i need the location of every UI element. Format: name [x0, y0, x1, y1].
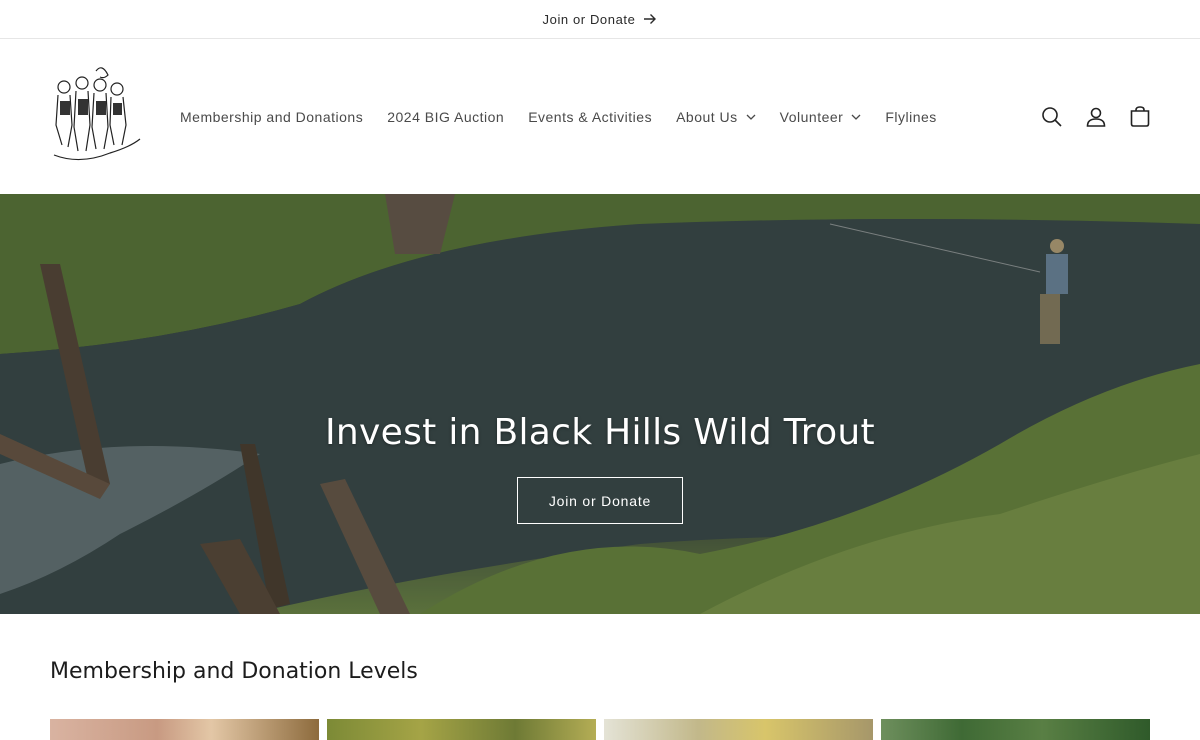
arrow-right-icon [643, 13, 657, 25]
membership-cards [50, 719, 1150, 740]
site-logo[interactable] [50, 65, 142, 167]
announcement-text: Join or Donate [542, 11, 636, 27]
membership-card-image[interactable] [604, 719, 873, 740]
nav-item-label: Flylines [885, 108, 937, 125]
membership-card-image[interactable] [881, 719, 1150, 740]
announcement-bar: Join or Donate [0, 0, 1200, 39]
membership-card-image[interactable] [327, 719, 596, 740]
join-or-donate-button[interactable]: Join or Donate [517, 477, 683, 524]
hero-title: Invest in Black Hills Wild Trout [325, 412, 875, 453]
site-header: Membership and Donations 2024 BIG Auctio… [0, 39, 1200, 194]
section-title: Membership and Donation Levels [50, 659, 418, 684]
chevron-down-icon [851, 114, 861, 120]
hero-banner: Invest in Black Hills Wild Trout Join or… [0, 194, 1200, 614]
nav-membership-and-donations[interactable]: Membership and Donations [168, 109, 375, 125]
header-actions [1040, 39, 1152, 194]
nav-events-activities[interactable]: Events & Activities [516, 109, 664, 125]
nav-item-label: About Us [676, 108, 738, 125]
nav-item-label: Membership and Donations [180, 108, 364, 125]
nav-flylines[interactable]: Flylines [873, 109, 948, 125]
account-icon[interactable] [1084, 105, 1108, 129]
main-nav: Membership and Donations 2024 BIG Auctio… [168, 39, 949, 194]
hero-content: Invest in Black Hills Wild Trout Join or… [0, 194, 1200, 614]
nav-2024-big-auction[interactable]: 2024 BIG Auction [375, 109, 516, 125]
nav-item-label: 2024 BIG Auction [387, 108, 505, 125]
announcement-link[interactable]: Join or Donate [543, 12, 658, 27]
nav-item-label: Events & Activities [528, 108, 653, 125]
nav-about-us[interactable]: About Us [664, 109, 768, 125]
nav-item-label: Volunteer [779, 108, 844, 125]
search-icon[interactable] [1040, 105, 1064, 129]
membership-card-image[interactable] [50, 719, 319, 740]
nav-volunteer[interactable]: Volunteer [768, 109, 874, 125]
cart-icon[interactable] [1128, 105, 1152, 129]
chevron-down-icon [746, 114, 756, 120]
